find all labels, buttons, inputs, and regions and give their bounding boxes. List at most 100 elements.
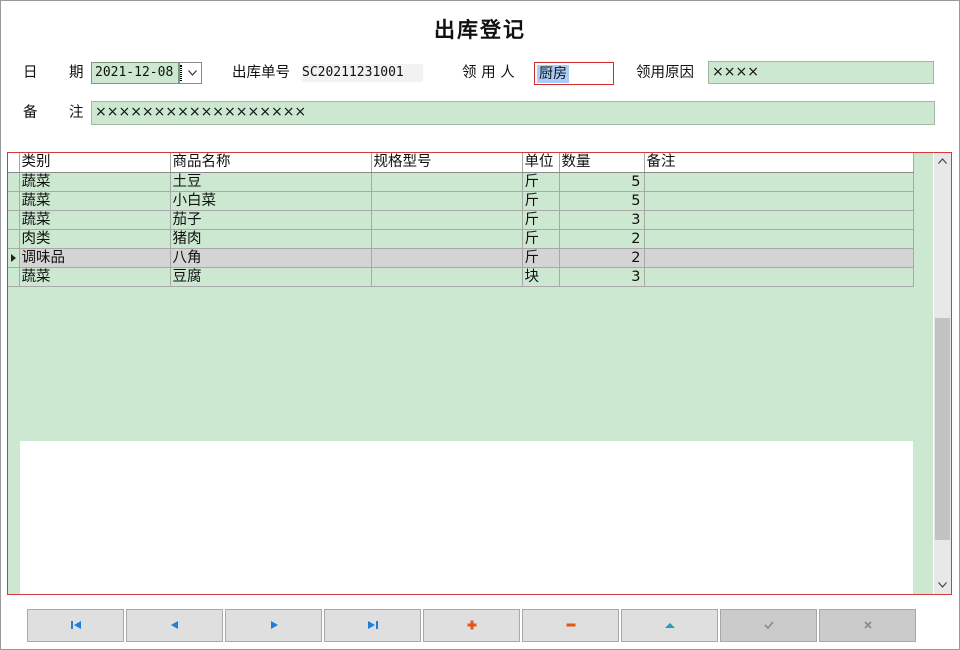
- cell-note[interactable]: [644, 172, 914, 192]
- order-number-value: SC20211231001: [302, 64, 423, 82]
- table-row[interactable]: 蔬菜 土豆 斤 5: [8, 172, 914, 192]
- date-label-char2: 期: [69, 65, 84, 81]
- cell-category[interactable]: 蔬菜: [19, 172, 171, 192]
- cell-spec[interactable]: [371, 229, 523, 249]
- next-record-icon: [270, 621, 278, 629]
- scroll-up-button[interactable]: [934, 153, 951, 170]
- grid-background-left: [8, 441, 20, 594]
- remark-label-char2: 注: [69, 105, 84, 121]
- last-record-button[interactable]: [324, 609, 421, 642]
- items-grid[interactable]: 类别 商品名称 规格型号 单位 数量 备注 蔬菜 土豆 斤 5 蔬菜 小白菜 斤…: [7, 152, 952, 595]
- remark-label-char1: 备: [23, 105, 38, 121]
- column-header-unit[interactable]: 单位: [522, 153, 560, 173]
- current-row-arrow-icon: [11, 253, 16, 262]
- row-indicator[interactable]: [8, 191, 20, 211]
- cell-name[interactable]: 土豆: [170, 172, 372, 192]
- cell-category[interactable]: 蔬菜: [19, 191, 171, 211]
- cell-qty[interactable]: 5: [559, 172, 645, 192]
- cell-note[interactable]: [644, 267, 914, 287]
- cell-name[interactable]: 八角: [170, 248, 372, 268]
- cell-spec[interactable]: [371, 248, 523, 268]
- cancel-record-button[interactable]: [819, 609, 916, 642]
- row-indicator-header: [8, 153, 20, 173]
- table-row[interactable]: 肉类 猪肉 斤 2: [8, 229, 914, 249]
- chevron-down-icon: [938, 582, 947, 588]
- cell-category[interactable]: 调味品: [19, 248, 171, 268]
- checkmark-icon: [763, 621, 774, 630]
- scroll-down-button[interactable]: [934, 577, 951, 594]
- minus-icon: [566, 623, 575, 627]
- last-record-icon: [367, 621, 378, 629]
- receiver-label: 领 用 人: [462, 65, 515, 81]
- grid-background-right: [913, 441, 933, 594]
- previous-record-button[interactable]: [126, 609, 223, 642]
- cell-qty[interactable]: 2: [559, 248, 645, 268]
- cell-note[interactable]: [644, 191, 914, 211]
- cell-unit[interactable]: 斤: [522, 191, 560, 211]
- receiver-input-text: 厨房: [537, 65, 569, 83]
- items-table: 类别 商品名称 规格型号 单位 数量 备注 蔬菜 土豆 斤 5 蔬菜 小白菜 斤…: [8, 153, 914, 287]
- caret-up-icon: [664, 623, 675, 628]
- cell-note[interactable]: [644, 210, 914, 230]
- row-indicator[interactable]: [8, 229, 20, 249]
- chevron-down-icon: [188, 70, 197, 76]
- cell-name[interactable]: 小白菜: [170, 191, 372, 211]
- column-header-spec[interactable]: 规格型号: [371, 153, 523, 173]
- plus-icon: [467, 620, 476, 630]
- row-indicator[interactable]: [8, 210, 20, 230]
- close-icon: [863, 621, 872, 629]
- cell-note[interactable]: [644, 248, 914, 268]
- cell-qty[interactable]: 2: [559, 229, 645, 249]
- reason-label: 领用原因: [636, 65, 694, 81]
- table-row[interactable]: 蔬菜 小白菜 斤 5: [8, 191, 914, 211]
- add-record-button[interactable]: [423, 609, 520, 642]
- order-number-label: 出库单号: [232, 65, 290, 81]
- chevron-up-icon: [938, 158, 947, 164]
- table-row-selected[interactable]: 调味品 八角 斤 2: [8, 248, 914, 268]
- next-record-button[interactable]: [225, 609, 322, 642]
- cell-unit[interactable]: 斤: [522, 248, 560, 268]
- cell-qty[interactable]: 3: [559, 267, 645, 287]
- column-header-qty[interactable]: 数量: [559, 153, 645, 173]
- reason-input[interactable]: ××××: [708, 61, 934, 84]
- column-header-note[interactable]: 备注: [644, 153, 914, 173]
- cell-qty[interactable]: 3: [559, 210, 645, 230]
- cell-category[interactable]: 蔬菜: [19, 210, 171, 230]
- remark-input[interactable]: ××××××××××××××××××: [91, 101, 935, 125]
- cell-spec[interactable]: [371, 267, 523, 287]
- cell-name[interactable]: 豆腐: [170, 267, 372, 287]
- cell-note[interactable]: [644, 229, 914, 249]
- save-record-button[interactable]: [720, 609, 817, 642]
- date-input[interactable]: 2021-12-08: [91, 62, 179, 84]
- scrollbar-thumb[interactable]: [935, 318, 950, 540]
- vertical-scrollbar[interactable]: [934, 153, 951, 594]
- table-row[interactable]: 蔬菜 豆腐 块 3: [8, 267, 914, 287]
- cell-category[interactable]: 肉类: [19, 229, 171, 249]
- column-header-category[interactable]: 类别: [19, 153, 171, 173]
- delete-record-button[interactable]: [522, 609, 619, 642]
- cell-name[interactable]: 茄子: [170, 210, 372, 230]
- cell-unit[interactable]: 斤: [522, 210, 560, 230]
- cell-spec[interactable]: [371, 210, 523, 230]
- first-record-button[interactable]: [27, 609, 124, 642]
- table-header-row: 类别 商品名称 规格型号 单位 数量 备注: [8, 153, 914, 173]
- cell-unit[interactable]: 斤: [522, 229, 560, 249]
- row-indicator[interactable]: [8, 172, 20, 192]
- edit-record-button[interactable]: [621, 609, 718, 642]
- date-dropdown-button[interactable]: [179, 62, 202, 84]
- row-indicator[interactable]: [8, 248, 20, 268]
- cell-category[interactable]: 蔬菜: [19, 267, 171, 287]
- row-indicator[interactable]: [8, 267, 20, 287]
- cell-name[interactable]: 猪肉: [170, 229, 372, 249]
- receiver-input[interactable]: 厨房: [534, 62, 614, 85]
- cell-spec[interactable]: [371, 191, 523, 211]
- cell-spec[interactable]: [371, 172, 523, 192]
- cell-unit[interactable]: 块: [522, 267, 560, 287]
- cell-unit[interactable]: 斤: [522, 172, 560, 192]
- table-row[interactable]: 蔬菜 茄子 斤 3: [8, 210, 914, 230]
- page-title: 出库登记: [434, 17, 526, 42]
- date-label-char1: 日: [23, 65, 38, 81]
- column-header-name[interactable]: 商品名称: [170, 153, 372, 173]
- previous-record-icon: [170, 621, 178, 629]
- cell-qty[interactable]: 5: [559, 191, 645, 211]
